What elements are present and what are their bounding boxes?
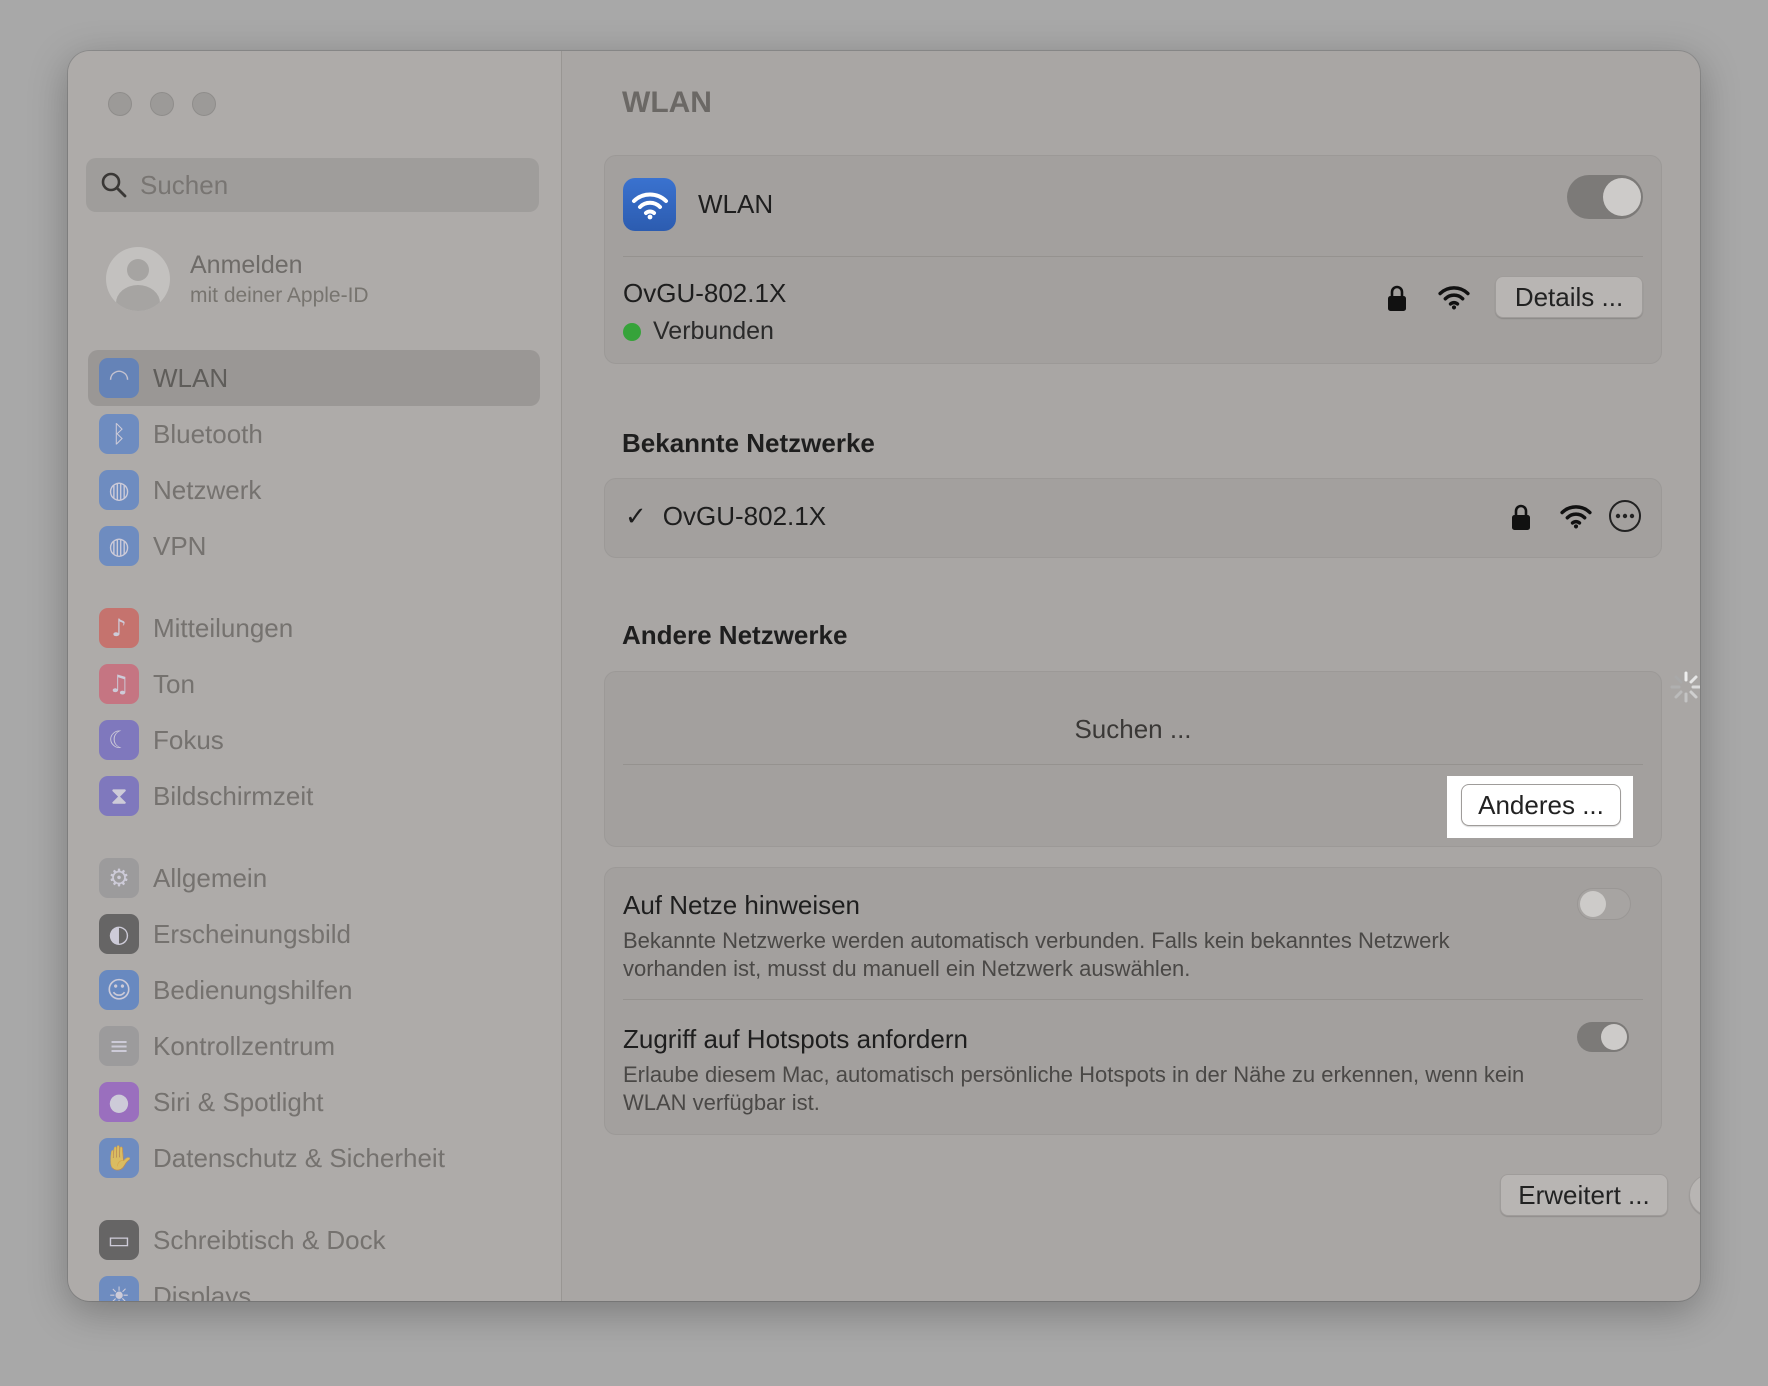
details-button[interactable]: Details ... <box>1495 276 1643 318</box>
lock-icon <box>1512 504 1530 530</box>
sidebar-item-label: Kontrollzentrum <box>153 1030 336 1061</box>
wifi-app-icon <box>623 178 676 231</box>
apple-id-account[interactable]: Anmelden mit deiner Apple-ID <box>106 247 369 311</box>
sidebar-item-siri-spotlight[interactable]: ● Siri & Spotlight <box>88 1074 540 1130</box>
sidebar-item-bedienungshilfen[interactable]: ☺ Bedienungshilfen <box>88 962 540 1018</box>
hotspot-description: Erlaube diesem Mac, automatisch persönli… <box>623 1062 1525 1115</box>
sidebar-item-label: Bluetooth <box>153 418 263 449</box>
account-title: Anmelden <box>190 250 303 279</box>
other-network-button[interactable]: Anderes ... <box>1461 784 1621 826</box>
loading-spinner-icon <box>1670 671 1700 703</box>
sidebar-group-spacer <box>88 824 540 850</box>
sidebar-item-allgemein[interactable]: ⚙ Allgemein <box>88 850 540 906</box>
lock-icon <box>1388 285 1406 311</box>
hotspot-title: Zugriff auf Hotspots anfordern <box>623 1024 968 1054</box>
sidebar-item-label: Siri & Spotlight <box>153 1086 324 1117</box>
sidebar-item-label: VPN <box>153 530 207 561</box>
sidebar-item-fokus[interactable]: ☾ Fokus <box>88 712 540 768</box>
wifi-card: WLAN OvGU-802.1X Verbunden Details ... <box>604 155 1662 364</box>
sidebar-item-label: Mitteilungen <box>153 612 294 643</box>
sidebar-item-label: Fokus <box>153 724 224 755</box>
hand-icon: ✋ <box>99 1138 139 1178</box>
moon-icon: ☾ <box>99 720 139 760</box>
checkmark-icon: ✓ <box>625 501 647 532</box>
hourglass-icon: ⧗ <box>99 776 139 816</box>
ask-to-join-toggle[interactable] <box>1577 888 1631 920</box>
sidebar-item-netzwerk[interactable]: ◍ Netzwerk <box>88 462 540 518</box>
search-icon <box>101 172 127 198</box>
known-networks-header: Bekannte Netzwerke <box>622 428 875 458</box>
known-network-row[interactable]: ✓ OvGU-802.1X <box>625 501 826 532</box>
wifi-icon: ◠ <box>99 358 139 398</box>
sidebar-item-label: WLAN <box>153 362 229 393</box>
vpn-globe-icon: ◍ <box>99 526 139 566</box>
sidebar-item-bluetooth[interactable]: ᛒ Bluetooth <box>88 406 540 462</box>
wifi-settings-card: Auf Netze hinweisen Bekannte Netzwerke w… <box>604 867 1662 1135</box>
connection-status: Verbunden <box>653 317 774 345</box>
sidebar-item-schreibtisch-dock[interactable]: ▭ Schreibtisch & Dock <box>88 1212 540 1268</box>
sidebar-item-label: Datenschutz & Sicherheit <box>153 1142 445 1173</box>
bluetooth-icon: ᛒ <box>99 414 139 454</box>
minimize-button[interactable] <box>150 92 174 116</box>
sidebar-item-wlan[interactable]: ◠ WLAN <box>88 350 540 406</box>
page-title: WLAN <box>622 86 712 119</box>
avatar <box>106 247 170 311</box>
sidebar-item-label: Bedienungshilfen <box>153 974 353 1005</box>
accessibility-icon: ☺ <box>99 970 139 1010</box>
sidebar-item-vpn[interactable]: ◍ VPN <box>88 518 540 574</box>
current-network-name: OvGU-802.1X <box>623 278 787 308</box>
sidebar-item-kontrollzentrum[interactable]: ≡ Kontrollzentrum <box>88 1018 540 1074</box>
sidebar-item-label: Netzwerk <box>153 474 262 505</box>
appearance-icon: ◐ <box>99 914 139 954</box>
sidebar-item-label: Displays <box>153 1280 252 1302</box>
wifi-signal-icon <box>1560 505 1592 529</box>
search-field[interactable] <box>86 158 539 212</box>
sidebar-item-bildschirmzeit[interactable]: ⧗ Bildschirmzeit <box>88 768 540 824</box>
wifi-toggle[interactable] <box>1567 175 1643 219</box>
dock-icon: ▭ <box>99 1220 139 1260</box>
other-networks-header: Andere Netzwerke <box>622 620 848 650</box>
sidebar-item-label: Bildschirmzeit <box>153 780 314 811</box>
advanced-button[interactable]: Erweitert ... <box>1500 1174 1668 1216</box>
sidebar-item-label: Erscheinungsbild <box>153 918 352 949</box>
sidebar-item-ton[interactable]: ♫ Ton <box>88 656 540 712</box>
known-network-name: OvGU-802.1X <box>662 501 827 531</box>
sidebar-item-label: Schreibtisch & Dock <box>153 1224 386 1255</box>
sidebar: Anmelden mit deiner Apple-ID ◠ WLAN ᛒ Bluet… <box>68 51 562 1301</box>
sidebar-item-label: Ton <box>153 668 195 699</box>
gear-icon: ⚙ <box>99 858 139 898</box>
close-button[interactable] <box>108 92 132 116</box>
window-controls <box>108 92 216 116</box>
hotspot-toggle[interactable] <box>1577 1022 1629 1052</box>
connected-status-dot <box>623 322 641 341</box>
sidebar-item-mitteilungen[interactable]: ♪ Mitteilungen <box>88 600 540 656</box>
sidebar-item-datenschutz-sicherheit[interactable]: ✋ Datenschutz & Sicherheit <box>88 1130 540 1186</box>
account-subtitle: mit deiner Apple-ID <box>190 283 369 307</box>
sun-icon: ☀ <box>99 1276 139 1301</box>
sidebar-item-label: Allgemein <box>153 862 268 893</box>
ask-to-join-description: Bekannte Netzwerke werden automatisch ve… <box>623 928 1450 981</box>
settings-window: Anmelden mit deiner Apple-ID ◠ WLAN ᛒ Bluet… <box>68 51 1700 1301</box>
wifi-signal-icon <box>1438 286 1470 310</box>
sidebar-group-spacer <box>88 574 540 600</box>
globe-icon: ◍ <box>99 470 139 510</box>
more-options-icon[interactable] <box>1608 499 1642 533</box>
sidebar-nav: ◠ WLAN ᛒ Bluetooth ◍ Netzwerk ◍ VPN ♪ Mitteilunge… <box>88 350 540 1301</box>
sidebar-group-spacer <box>88 1186 540 1212</box>
sidebar-item-erscheinungsbild[interactable]: ◐ Erscheinungsbild <box>88 906 540 962</box>
switches-icon: ≡ <box>99 1026 139 1066</box>
help-button[interactable]: ? <box>1689 1174 1700 1216</box>
zoom-button[interactable] <box>192 92 216 116</box>
siri-icon: ● <box>99 1082 139 1122</box>
search-input[interactable] <box>138 168 522 202</box>
sidebar-item-displays[interactable]: ☀ Displays <box>88 1268 540 1301</box>
known-networks-list: ✓ OvGU-802.1X <box>604 478 1662 558</box>
searching-label: Suchen ... <box>1074 714 1192 744</box>
other-networks-list: Suchen ... Anderes ... <box>604 671 1662 847</box>
ask-to-join-title: Auf Netze hinweisen <box>623 890 861 920</box>
wifi-label: WLAN <box>698 189 774 219</box>
main-pane: WLAN WLAN OvGU-802.1X Verbunden Details … <box>562 51 1700 1301</box>
speaker-icon: ♫ <box>99 664 139 704</box>
bell-icon: ♪ <box>99 608 139 648</box>
